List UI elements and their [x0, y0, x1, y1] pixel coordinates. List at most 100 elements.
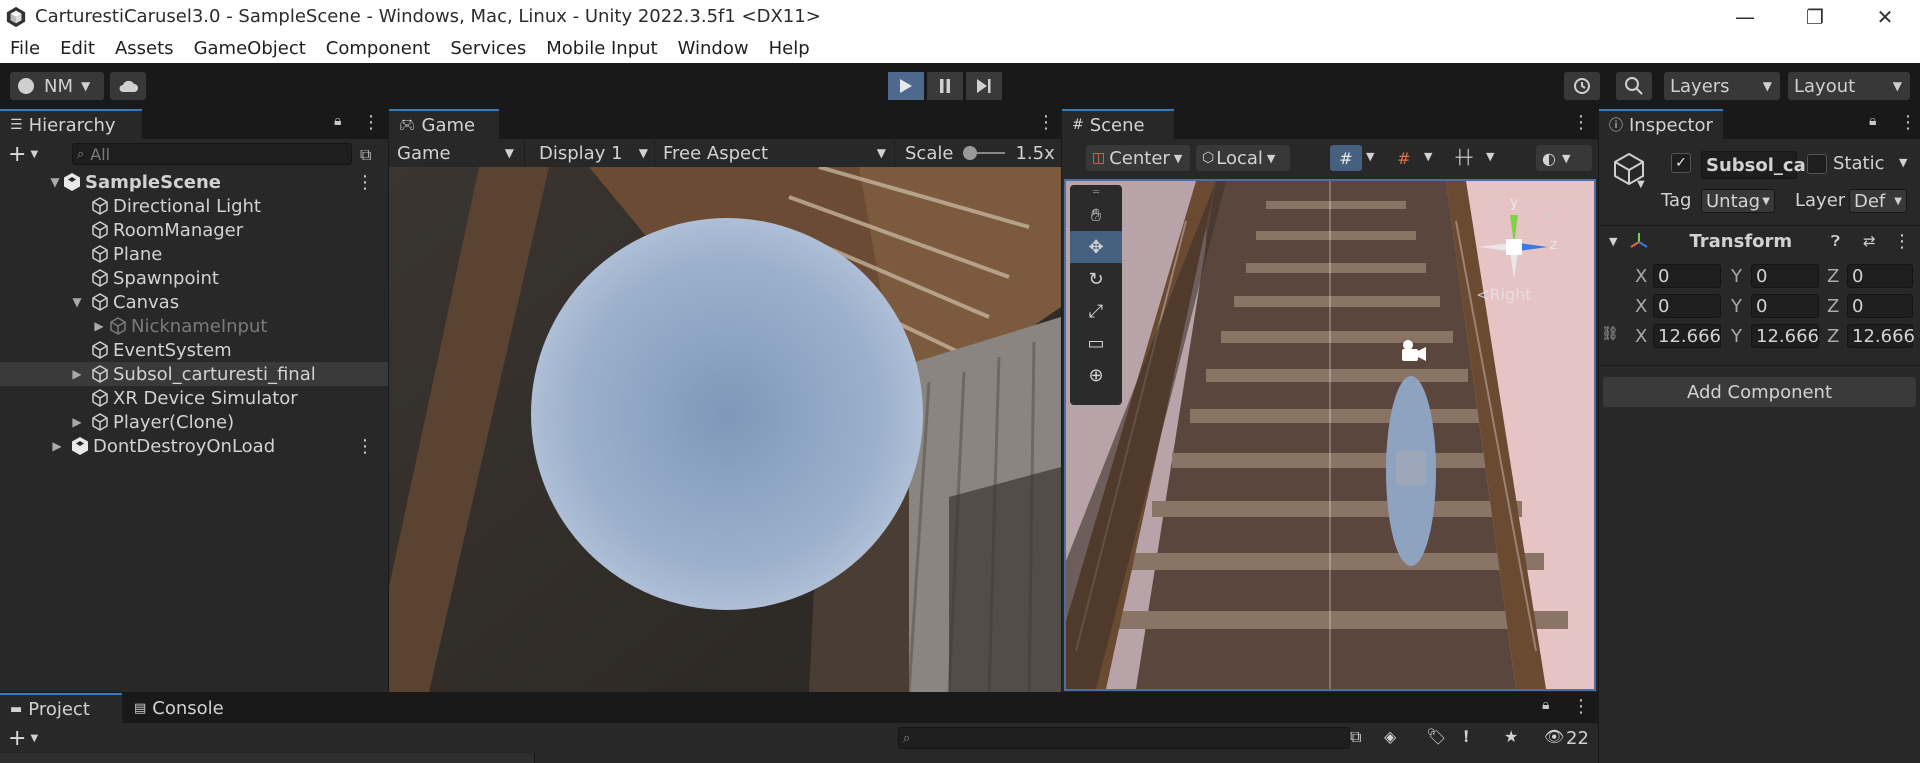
scale-slider[interactable]: Scale 1.5x	[895, 139, 1061, 167]
list-item[interactable]: RoomManager	[0, 218, 388, 242]
create-asset-button[interactable]: + ▼	[8, 726, 48, 751]
scale-x-field[interactable]: 12.666	[1653, 324, 1721, 348]
menu-mobile-input[interactable]: Mobile Input	[536, 33, 667, 63]
tab-game[interactable]: 🎮︎ Game	[389, 109, 499, 139]
search-options-icon[interactable]: ⧉	[360, 145, 371, 165]
rotate-tool-button[interactable]: ↻	[1070, 263, 1122, 295]
position-z-field[interactable]: 0	[1847, 264, 1913, 288]
menu-help[interactable]: Help	[759, 33, 820, 63]
help-icon[interactable]: ❓︎	[1831, 232, 1840, 250]
minimize-button[interactable]: —	[1710, 0, 1780, 33]
lock-icon[interactable]: 🔒︎	[1542, 697, 1549, 713]
slider-thumb[interactable]	[963, 146, 978, 160]
project-search-input[interactable]: ⌕	[898, 727, 1350, 749]
game-viewport[interactable]	[389, 167, 1061, 692]
list-item[interactable]: ▼ Canvas	[0, 290, 388, 314]
menu-gameobject[interactable]: GameObject	[184, 33, 316, 63]
hierarchy-search-input[interactable]: ⌕ All	[72, 143, 352, 165]
close-button[interactable]: ✕	[1850, 0, 1920, 33]
more-icon[interactable]: ⋮	[1893, 231, 1911, 252]
more-icon[interactable]: ⋮	[1037, 112, 1055, 133]
list-item[interactable]: EventSystem	[0, 338, 388, 362]
search-button[interactable]	[1616, 72, 1652, 100]
chevron-down-icon[interactable]: ▼	[1486, 150, 1494, 163]
layers-dropdown[interactable]: Layers ▼	[1664, 72, 1780, 100]
scale-y-field[interactable]: 12.666	[1751, 324, 1819, 348]
aspect-dropdown[interactable]: Free Aspect ▼	[655, 139, 895, 167]
chevron-down-icon[interactable]: ▼	[1424, 150, 1432, 163]
active-checkbox[interactable]: ✓	[1671, 153, 1691, 173]
list-item[interactable]: Spawnpoint	[0, 266, 388, 290]
presets-icon[interactable]: ⇄	[1863, 232, 1876, 250]
chevron-down-icon[interactable]: ▼	[1366, 150, 1374, 163]
link-icon[interactable]: ⛓︎	[1601, 326, 1619, 342]
transform-tool-button[interactable]: ⊕	[1070, 359, 1122, 391]
chevron-down-icon[interactable]: ▼	[1899, 156, 1907, 169]
slider-track[interactable]	[963, 146, 1006, 160]
step-button[interactable]	[966, 72, 1002, 100]
grid-snap-toggle[interactable]: #	[1330, 145, 1362, 171]
list-item[interactable]: ▶ NicknameInput	[0, 314, 388, 338]
position-x-field[interactable]: 0	[1653, 264, 1721, 288]
menu-component[interactable]: Component	[316, 33, 441, 63]
more-icon[interactable]: ⋮	[356, 436, 374, 457]
hand-tool-button[interactable]: ✋︎	[1070, 199, 1122, 231]
menu-services[interactable]: Services	[440, 33, 536, 63]
history-button[interactable]	[1564, 72, 1600, 100]
more-icon[interactable]: ⋮	[1899, 112, 1917, 133]
cloud-button[interactable]	[110, 72, 146, 100]
list-item[interactable]: Plane	[0, 242, 388, 266]
filter-type-icon[interactable]: ◈	[1384, 727, 1396, 746]
object-name-input[interactable]: Subsol_ca	[1701, 151, 1806, 179]
layer-dropdown[interactable]: Def ▼	[1849, 189, 1907, 213]
expand-arrow-icon[interactable]: ▶	[70, 367, 84, 381]
chevron-down-icon[interactable]: ▼	[1637, 179, 1645, 190]
create-button[interactable]: + ▼	[8, 142, 48, 167]
more-icon[interactable]: ⋮	[1572, 112, 1590, 133]
lock-icon[interactable]: 🔒︎	[1869, 113, 1876, 129]
list-item[interactable]: ▶ Subsol_carturesti_final	[0, 362, 388, 386]
tab-inspector[interactable]: ⓘ Inspector	[1599, 109, 1723, 139]
menu-file[interactable]: File	[0, 33, 50, 63]
menu-window[interactable]: Window	[668, 33, 759, 63]
menu-assets[interactable]: Assets	[105, 33, 184, 63]
draw-mode-dropdown[interactable]: ◐ ▼	[1536, 145, 1592, 171]
tab-console[interactable]: ▤ Console	[124, 693, 250, 723]
account-dropdown[interactable]: NM ▼	[10, 72, 104, 100]
list-item[interactable]: Directional Light	[0, 194, 388, 218]
menu-edit[interactable]: Edit	[50, 33, 105, 63]
drag-handle-icon[interactable]: ═	[1070, 185, 1122, 199]
rotation-z-field[interactable]: 0	[1847, 294, 1913, 318]
ruler-toggle[interactable]: ┼┼	[1446, 145, 1482, 171]
play-button[interactable]	[888, 72, 924, 100]
more-icon[interactable]: ⋮	[1572, 696, 1590, 717]
transform-header[interactable]: ▼ Transform ❓︎ ⇄ ⋮	[1599, 226, 1920, 256]
lock-icon[interactable]: 🔒︎	[1548, 207, 1554, 222]
label-icon[interactable]: 🏷︎	[1426, 727, 1446, 746]
expand-arrow-icon[interactable]: ▶	[70, 415, 84, 429]
dontdestroy-row[interactable]: ▶ DontDestroyOnLoad ⋮	[0, 434, 388, 458]
maximize-button[interactable]: ❐	[1780, 0, 1850, 33]
position-y-field[interactable]: 0	[1751, 264, 1819, 288]
game-mode-dropdown[interactable]: Game ▼	[389, 139, 525, 167]
search-options-icon[interactable]: ⧉	[1350, 727, 1361, 747]
list-item[interactable]: XR Device Simulator	[0, 386, 388, 410]
scene-viewport[interactable]: ═ ✋︎ ✥ ↻ ⤢ ▭ ⊕ y z <Right 🔒︎	[1064, 179, 1596, 691]
add-component-button[interactable]: Add Component	[1603, 377, 1916, 407]
expand-arrow-icon[interactable]: ▼	[70, 295, 84, 309]
layout-dropdown[interactable]: Layout ▼	[1788, 72, 1910, 100]
tab-scene[interactable]: # Scene	[1062, 109, 1174, 139]
rotation-y-field[interactable]: 0	[1751, 294, 1819, 318]
pivot-dropdown[interactable]: ◫ Center ▼	[1086, 145, 1190, 171]
expand-arrow-icon[interactable]: ▶	[92, 319, 106, 333]
space-dropdown[interactable]: ⬡ Local ▼	[1196, 145, 1290, 171]
scale-tool-button[interactable]: ⤢	[1070, 295, 1122, 327]
display-dropdown[interactable]: Display 1 ▼	[525, 139, 655, 167]
list-item[interactable]: ▶ Player(Clone)	[0, 410, 388, 434]
scale-z-field[interactable]: 12.666	[1847, 324, 1915, 348]
tab-project[interactable]: ▬ Project	[0, 693, 122, 723]
warning-icon[interactable]: ❗︎	[1464, 727, 1468, 747]
more-icon[interactable]: ⋮	[362, 112, 380, 133]
tab-hierarchy[interactable]: ☰ Hierarchy	[0, 109, 142, 139]
increment-snap-toggle[interactable]: #	[1388, 145, 1420, 171]
